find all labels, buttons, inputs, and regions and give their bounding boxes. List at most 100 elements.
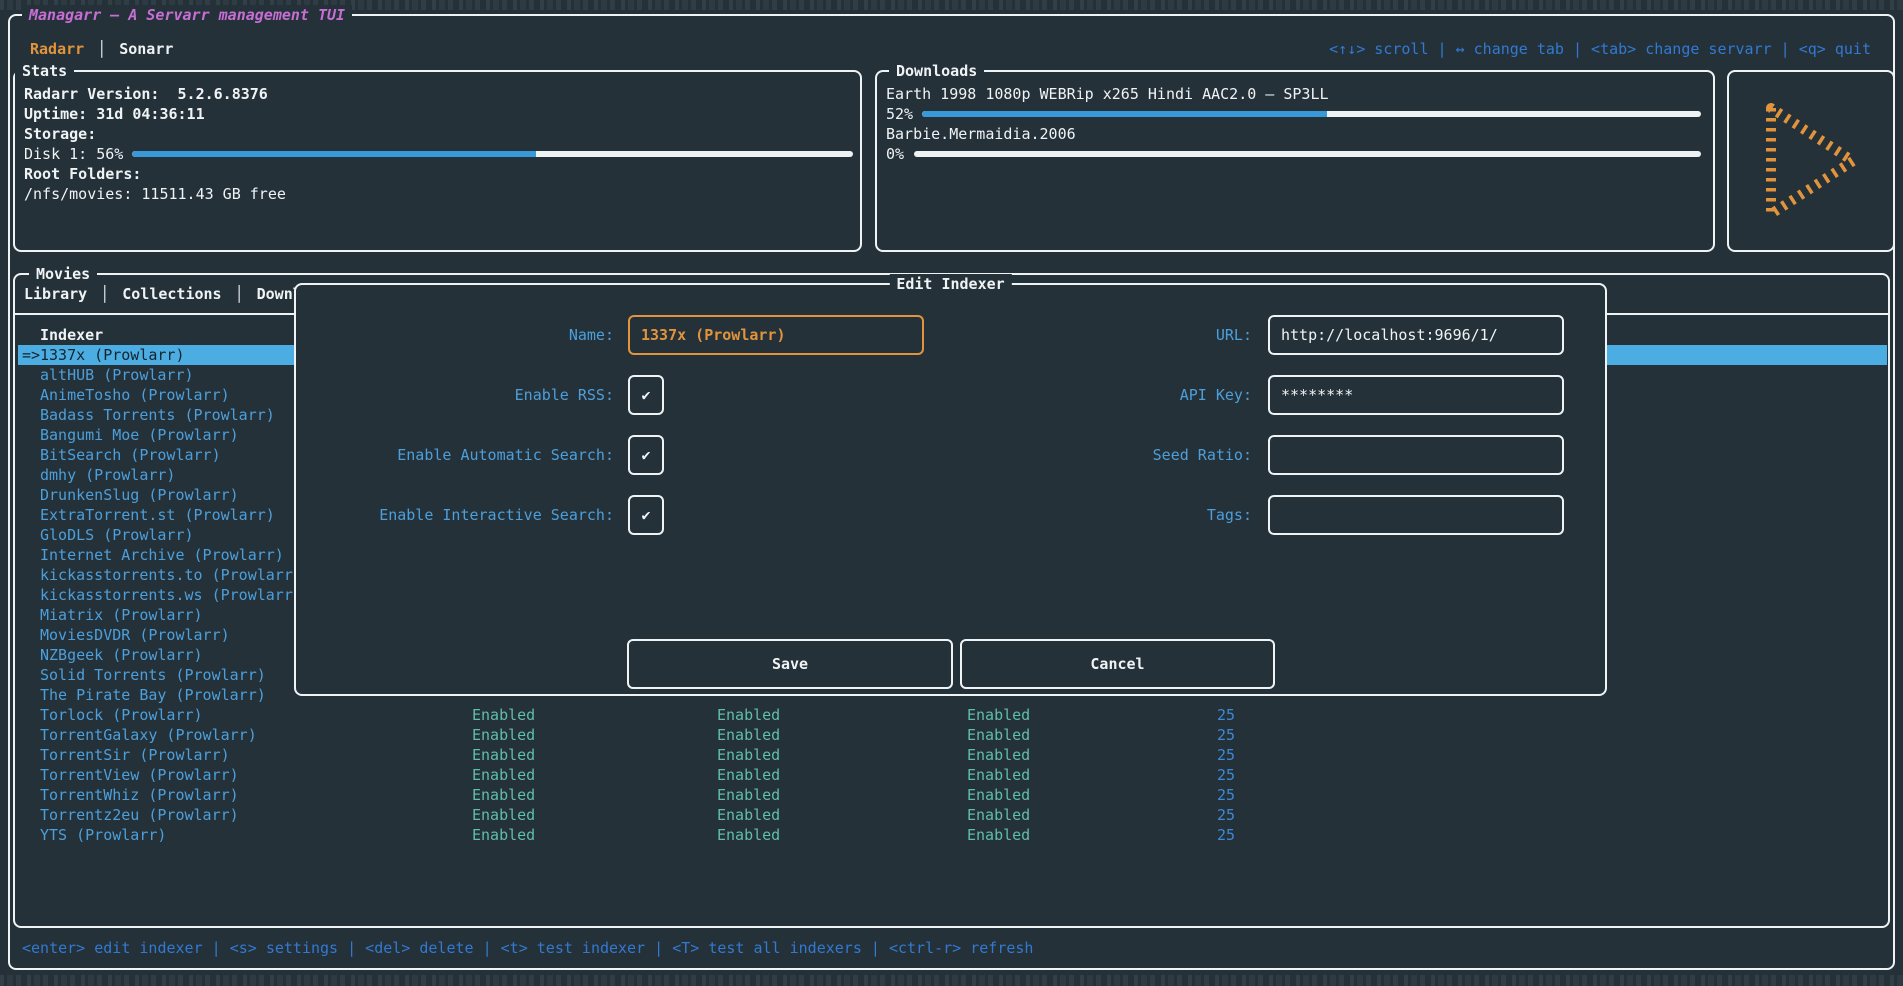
table-row[interactable]: YTS (Prowlarr) Enabled Enabled Enabled 25 [18, 825, 1887, 845]
indexer-cell: Enabled [472, 785, 535, 805]
indexer-name: Internet Archive (Prowlarr) [40, 545, 284, 565]
indexer-name: Torrentz2eu (Prowlarr) [40, 805, 239, 825]
name-input[interactable]: 1337x (Prowlarr) [628, 315, 924, 355]
indexer-name: YTS (Prowlarr) [40, 825, 166, 845]
indexer-name: Torlock (Prowlarr) [40, 705, 203, 725]
indexer-name: The Pirate Bay (Prowlarr) [40, 685, 266, 705]
enable-rss-checkbox[interactable]: ✔ [628, 375, 664, 415]
tags-input[interactable] [1268, 495, 1564, 535]
disk-usage-gauge [132, 151, 853, 157]
indexer-cell: 25 [1217, 705, 1235, 725]
indexer-column-header: Indexer [40, 325, 103, 345]
enable-rss-label: Enable RSS: [296, 375, 614, 415]
indexer-cell: 25 [1217, 805, 1235, 825]
seed-ratio-label: Seed Ratio: [952, 435, 1252, 475]
url-input[interactable]: http://localhost:9696/1/ [1268, 315, 1564, 355]
movies-panel-title: Movies [29, 264, 97, 284]
tags-label: Tags: [952, 495, 1252, 535]
top-keybindings: <↑↓> scroll | ↔ change tab | <tab> chang… [1329, 39, 1871, 59]
table-row[interactable]: Torrentz2eu (Prowlarr) Enabled Enabled Enab… [18, 805, 1887, 825]
indexer-name: TorrentSir (Prowlarr) [40, 745, 230, 765]
indexer-cell: Enabled [717, 765, 780, 785]
tab-separator: │ [235, 284, 244, 304]
indexer-cell: Enabled [472, 825, 535, 845]
indexer-cell: Enabled [967, 745, 1030, 765]
servarr-tab-bar: Radarr │ Sonarr [30, 39, 173, 59]
table-row[interactable]: TorrentWhiz (Prowlarr) Enabled Enabled Enab… [18, 785, 1887, 805]
indexer-cell: Enabled [967, 705, 1030, 725]
indexer-name: 1337x (Prowlarr) [40, 345, 185, 365]
save-button[interactable]: Save [627, 639, 953, 689]
indexer-name: ExtraTorrent.st (Prowlarr) [40, 505, 275, 525]
api-key-input[interactable]: ******** [1268, 375, 1564, 415]
table-row[interactable]: TorrentSir (Prowlarr)EnabledEnabledEnabl… [18, 745, 1887, 765]
indexer-cell: Enabled [472, 765, 535, 785]
name-label: Name: [296, 315, 614, 355]
downloads-panel-title: Downloads [889, 61, 984, 81]
indexer-cell: 25 [1217, 745, 1235, 765]
indexer-cell: Enabled [472, 805, 535, 825]
download-item-name: Barbie.Mermaidia.2006 [886, 124, 1705, 144]
seed-ratio-input[interactable] [1268, 435, 1564, 475]
downloads-panel: Downloads Earth 1998 1080p WEBRip x265 H… [875, 70, 1715, 252]
indexer-name: TorrentGalaxy (Prowlarr) [40, 725, 257, 745]
indexer-cell: Enabled [472, 725, 535, 745]
indexer-cell: 25 [1217, 725, 1235, 745]
indexer-name: DrunkenSlug (Prowlarr) [40, 485, 239, 505]
stats-storage-heading: Storage: [24, 124, 852, 144]
download-progress-gauge [914, 151, 1701, 157]
indexer-name: AnimeTosho (Prowlarr) [40, 385, 230, 405]
indexer-cell: Enabled [717, 745, 780, 765]
stats-version: Radarr Version: 5.2.6.8376 [24, 84, 852, 104]
stats-uptime: Uptime: 31d 04:36:11 [24, 104, 852, 124]
url-label: URL: [952, 315, 1252, 355]
tab-radarr[interactable]: Radarr [30, 39, 84, 59]
enable-interactive-search-label: Enable Interactive Search: [296, 495, 614, 535]
app-title: Managarr – A Servarr management TUI [22, 5, 352, 25]
logo-panel [1727, 70, 1895, 252]
download-progress-gauge [922, 111, 1701, 117]
indexer-name: GloDLS (Prowlarr) [40, 525, 194, 545]
enable-interactive-search-checkbox[interactable]: ✔ [628, 495, 664, 535]
indexer-cell: Enabled [717, 785, 780, 805]
indexer-name: Bangumi Moe (Prowlarr) [40, 425, 239, 445]
enable-automatic-search-checkbox[interactable]: ✔ [628, 435, 664, 475]
download-item-name: Earth 1998 1080p WEBRip x265 Hindi AAC2.… [886, 84, 1705, 104]
indexer-cell: 25 [1217, 825, 1235, 845]
indexer-name: BitSearch (Prowlarr) [40, 445, 221, 465]
movies-tab-bar: Library │ Collections │ Downloads [24, 284, 338, 304]
indexer-name: dmhy (Prowlarr) [40, 465, 175, 485]
indexer-name: Miatrix (Prowlarr) [40, 605, 203, 625]
edit-indexer-modal: Edit Indexer Name: 1337x (Prowlarr) URL:… [294, 283, 1607, 696]
indexer-name: MoviesDVDR (Prowlarr) [40, 625, 230, 645]
tab-library[interactable]: Library [24, 284, 87, 304]
stats-root-folders-heading: Root Folders: [24, 164, 852, 184]
indexer-name: TorrentView (Prowlarr) [40, 765, 239, 785]
indexer-cell: Enabled [967, 825, 1030, 845]
tab-sonarr[interactable]: Sonarr [119, 39, 173, 59]
cancel-button[interactable]: Cancel [960, 639, 1275, 689]
stats-root-folder: /nfs/movies: 11511.43 GB free [24, 184, 852, 204]
indexer-cell: Enabled [717, 825, 780, 845]
table-row[interactable]: Torlock (Prowlarr)EnabledEnabledEnabled2… [18, 705, 1887, 725]
indexer-cell: 25 [1217, 765, 1235, 785]
indexer-cell: Enabled [967, 725, 1030, 745]
stats-panel-title: Stats [15, 61, 74, 81]
indexer-cell: Enabled [967, 805, 1030, 825]
table-row[interactable]: TorrentView (Prowlarr) Enabled Enabled Enab… [18, 765, 1887, 785]
tab-separator: │ [97, 39, 106, 59]
selected-row-arrow: => [22, 345, 40, 365]
indexer-cell: Enabled [717, 705, 780, 725]
managarr-play-logo-icon [1741, 86, 1881, 236]
stats-panel: Stats Radarr Version: 5.2.6.8376 Uptime:… [13, 70, 862, 252]
indexer-name: TorrentWhiz (Prowlarr) [40, 785, 239, 805]
enable-automatic-search-label: Enable Automatic Search: [296, 435, 614, 475]
indexer-name: Solid Torrents (Prowlarr) [40, 665, 266, 685]
tab-collections[interactable]: Collections [122, 284, 221, 304]
indexer-name: kickasstorrents.to (Prowlarr) [40, 565, 302, 585]
indexer-cell: Enabled [967, 785, 1030, 805]
indexer-cell: Enabled [717, 805, 780, 825]
table-row[interactable]: TorrentGalaxy (Prowlarr)EnabledEnabledEn… [18, 725, 1887, 745]
indexer-cell: Enabled [967, 765, 1030, 785]
indexer-cell: 25 [1217, 785, 1235, 805]
